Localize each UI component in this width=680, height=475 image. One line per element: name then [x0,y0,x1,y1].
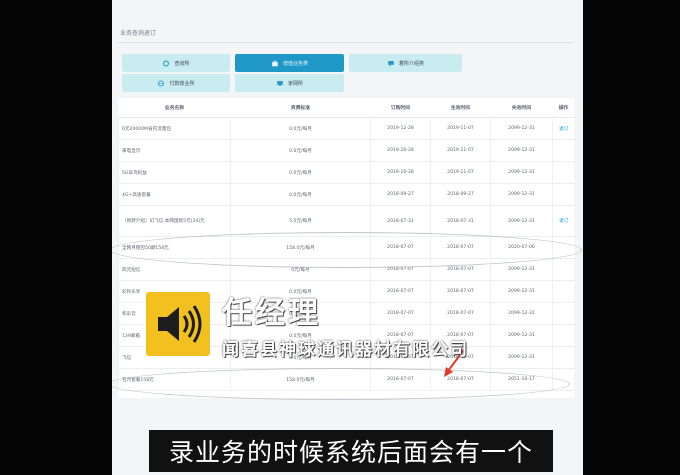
tile-label: 家网所 [287,80,303,87]
tile-intro[interactable]: 着所介绍类 [349,54,462,72]
cell-name: （新转介绍）幻飞信·本网国际5元(24)元 [118,205,231,237]
unsubscribe-link[interactable]: 退订 [552,117,575,140]
cell-name: 4G+高速套餐 [118,183,231,206]
cell-action [552,161,575,184]
cell-end: 2099-12-31 [490,302,553,325]
cell-order: 2019-10-28 [370,161,431,184]
cell-action [552,280,575,303]
cell-start: 2018-07-31 [430,205,491,237]
cell-action [552,346,575,369]
cell-action [552,258,575,281]
unsubscribe-link[interactable]: 退订 [552,205,575,237]
cell-end: 2099-12-31 [490,161,553,184]
circle-icon [163,60,170,66]
col-header-name: 业务名称 [118,98,231,118]
cell-order: 2019-12-28 [370,117,431,140]
tile-label: 增值业务类 [282,60,308,67]
cell-end: 2099-12-31 [490,324,553,347]
speaker-icon [158,305,202,343]
highlight-oval-bottom [112,368,570,400]
cell-order: 2018-07-07 [370,280,431,303]
company-caption: 闻喜县神球通讯器材有限公司 [222,340,469,360]
table-row: 6元20000M省内流量包 0.0元/每月 2019-12-28 2019-11… [118,117,575,140]
tile-value-added[interactable]: 增值业务类 [235,54,344,72]
tile-label: 着所介绍类 [398,60,424,67]
cell-action [552,139,575,162]
cell-start: 2019-11-07 [430,139,491,162]
cell-action [552,302,575,325]
app-screen: 业务查询退订 查询所 增值业务类 着所介绍类 付款账业所 家网所 业务名称 资费… [112,0,583,475]
speaker-name-caption: 任经理 [222,296,321,331]
table-row: 5G早鸟权益 0.0元/每月 2019-10-28 2019-11-07 209… [118,161,575,184]
tile-label: 付款账业所 [169,80,195,87]
cell-end: 2099-12-31 [490,280,553,303]
cell-start: 2018-07-07 [430,302,491,325]
title-divider [118,42,573,43]
globe-icon [158,80,165,86]
cell-fee: 0.0元/每月 [230,117,371,140]
tile-query[interactable]: 查询所 [122,54,230,72]
col-header-end-time: 失效时间 [490,98,553,118]
table-row: 来电显示 0.0元/每月 2019-10-28 2019-11-07 2099-… [118,139,575,162]
cell-end: 2099-12-31 [490,117,553,140]
col-header-fee: 资费标准 [230,98,371,118]
cell-fee: 0.0元/每月 [230,183,371,206]
cell-name: 6元20000M省内流量包 [118,117,231,140]
cell-order: 2019-10-28 [370,139,431,162]
table-row: 4G+高速套餐 0.0元/每月 2018-09-27 2018-09-27 20… [118,183,575,206]
cell-action [552,183,575,206]
cell-start: 2019-11-07 [430,117,491,140]
tile-label: 查询所 [174,60,190,67]
cell-fee: 0.0元/每月 [230,139,371,162]
highlight-oval-top [112,232,582,268]
cell-end: 2099-12-31 [490,183,553,206]
cell-end: 2099-12-31 [490,346,553,369]
cell-action [552,324,575,347]
video-subtitle: 录业务的时候系统后面会有一个 [168,438,533,467]
right-letterbox [583,0,680,475]
cell-start: 2018-09-27 [430,183,491,206]
cell-fee: 0.0元/每月 [230,161,371,184]
cell-end: 2099-12-31 [490,205,553,237]
cell-start: 2018-07-07 [430,280,491,303]
left-letterbox [0,0,112,475]
cell-start: 2019-11-07 [430,161,491,184]
cell-order: 2018-09-27 [370,183,431,206]
cell-name: 5G早鸟权益 [118,161,231,184]
table-header-row: 业务名称 资费标准 订购时间 生效时间 失效时间 操作 [118,98,575,118]
col-header-order-time: 订购时间 [370,98,431,118]
cell-order: 2018-07-07 [370,302,431,325]
cell-name: 来电显示 [118,139,231,162]
cell-end: 2099-12-31 [490,139,553,162]
tile-home-network[interactable]: 家网所 [235,74,344,92]
col-header-start-time: 生效时间 [430,98,491,118]
tile-payment[interactable]: 付款账业所 [122,74,230,92]
col-header-action: 操作 [552,98,575,118]
monitor-icon [277,80,283,86]
briefcase-icon [272,60,278,66]
chat-icon [388,60,394,67]
section-title: 业务查询退订 [120,30,157,37]
speaker-badge [146,292,210,356]
